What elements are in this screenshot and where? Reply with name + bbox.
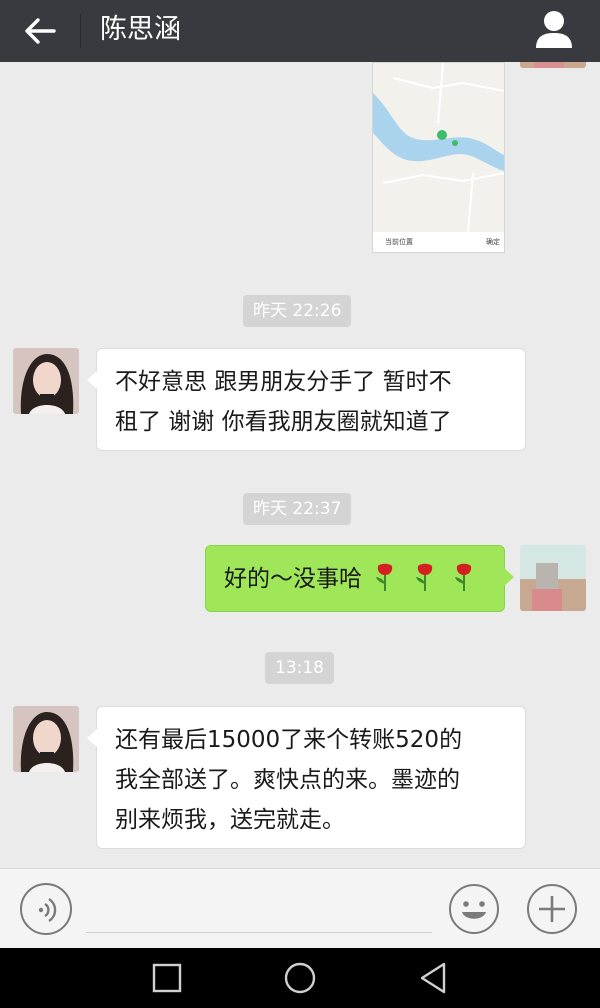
message-line: 别来烦我，送完就走。 [115, 807, 345, 833]
message-text: 好的～没事哈 [224, 566, 362, 592]
emoji-button[interactable] [448, 883, 500, 935]
map-footer-action: 确定 [486, 238, 500, 246]
input-bar [0, 868, 600, 948]
received-message[interactable]: 还有最后15000了来个转账520的 我全部送了。爽快点的来。墨迹的 别来烦我，… [87, 706, 526, 849]
nav-back-button[interactable] [414, 960, 454, 996]
home-icon [284, 962, 316, 994]
my-avatar[interactable] [520, 62, 586, 68]
recent-apps-icon [152, 963, 182, 993]
plus-icon [527, 884, 577, 934]
header-divider [80, 14, 81, 48]
emoji-icon [449, 884, 499, 934]
map-footer: 当前位置 确定 [373, 232, 504, 252]
message-line: 不好意思 跟男朋友分手了 暂时不 [115, 369, 452, 395]
sent-message[interactable]: 好的～没事哈 [205, 545, 514, 612]
contact-avatar[interactable] [13, 706, 79, 772]
voice-button[interactable] [20, 883, 72, 935]
profile-button[interactable] [530, 6, 578, 54]
map-image [373, 62, 505, 234]
more-button[interactable] [526, 883, 578, 935]
system-nav-bar [0, 948, 600, 1008]
rose-icon [415, 563, 432, 591]
arrow-left-icon [25, 18, 56, 44]
received-message[interactable]: 不好意思 跟男朋友分手了 暂时不 租了 谢谢 你看我朋友圈就知道了 [87, 348, 526, 451]
chat-title: 陈思涵 [100, 14, 181, 45]
my-avatar[interactable] [520, 545, 586, 611]
map-footer-label: 当前位置 [385, 238, 413, 246]
message-line: 租了 谢谢 你看我朋友圈就知道了 [115, 409, 452, 435]
chat-header: 陈思涵 [0, 0, 600, 62]
person-icon [536, 11, 572, 48]
timestamp: 昨天 22:37 [243, 493, 352, 525]
voice-icon [38, 897, 57, 923]
message-input[interactable] [86, 881, 432, 933]
message-line: 我全部送了。爽快点的来。墨迹的 [115, 767, 460, 793]
back-triangle-icon [420, 962, 446, 994]
timestamp: 昨天 22:26 [243, 295, 352, 327]
home-button[interactable] [280, 960, 320, 996]
timestamp: 13:18 [265, 652, 334, 684]
message-line: 还有最后15000了来个转账520的 [115, 727, 463, 753]
contact-avatar[interactable] [13, 348, 79, 414]
rose-icon [376, 563, 393, 591]
rose-icon [454, 563, 472, 591]
location-map-card[interactable]: 当前位置 确定 [372, 62, 505, 253]
message-list[interactable]: 当前位置 确定 昨天 22:26 不好意思 跟男朋友分手了 暂时不 租了 谢谢 … [0, 62, 600, 868]
back-button[interactable] [18, 9, 62, 53]
recent-apps-button[interactable] [146, 960, 186, 996]
